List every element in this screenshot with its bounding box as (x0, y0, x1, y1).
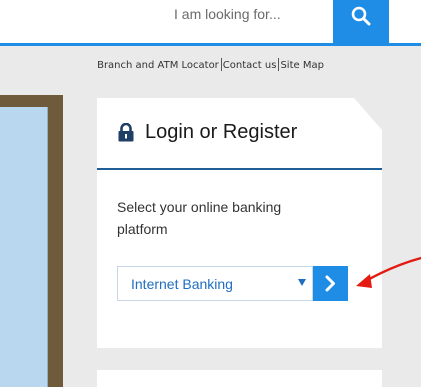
platform-select[interactable]: Internet Banking (117, 266, 313, 301)
utility-links: Branch and ATM Locator Contact us Site Map (0, 58, 421, 71)
contact-us-link[interactable]: Contact us (223, 60, 277, 71)
platform-prompt: Select your online banking platform (117, 199, 282, 237)
chevron-right-icon (325, 275, 335, 292)
login-panel: Login or Register Select your online ban… (97, 98, 382, 348)
login-title: Login or Register (145, 121, 298, 143)
lower-panel (97, 370, 382, 387)
branch-atm-locator-link[interactable]: Branch and ATM Locator (97, 60, 219, 71)
login-header: Login or Register (97, 98, 382, 170)
site-map-link[interactable]: Site Map (280, 60, 323, 71)
triangle-down-icon (298, 279, 306, 286)
platform-select-value: Internet Banking (131, 276, 233, 292)
link-separator (220, 58, 222, 71)
search-button[interactable] (333, 0, 389, 43)
hero-image (0, 107, 48, 387)
go-button[interactable] (313, 266, 348, 301)
lock-icon (118, 123, 134, 142)
search-input[interactable] (162, 0, 322, 34)
search-icon (351, 6, 371, 26)
top-bar-accent-line (0, 43, 421, 46)
